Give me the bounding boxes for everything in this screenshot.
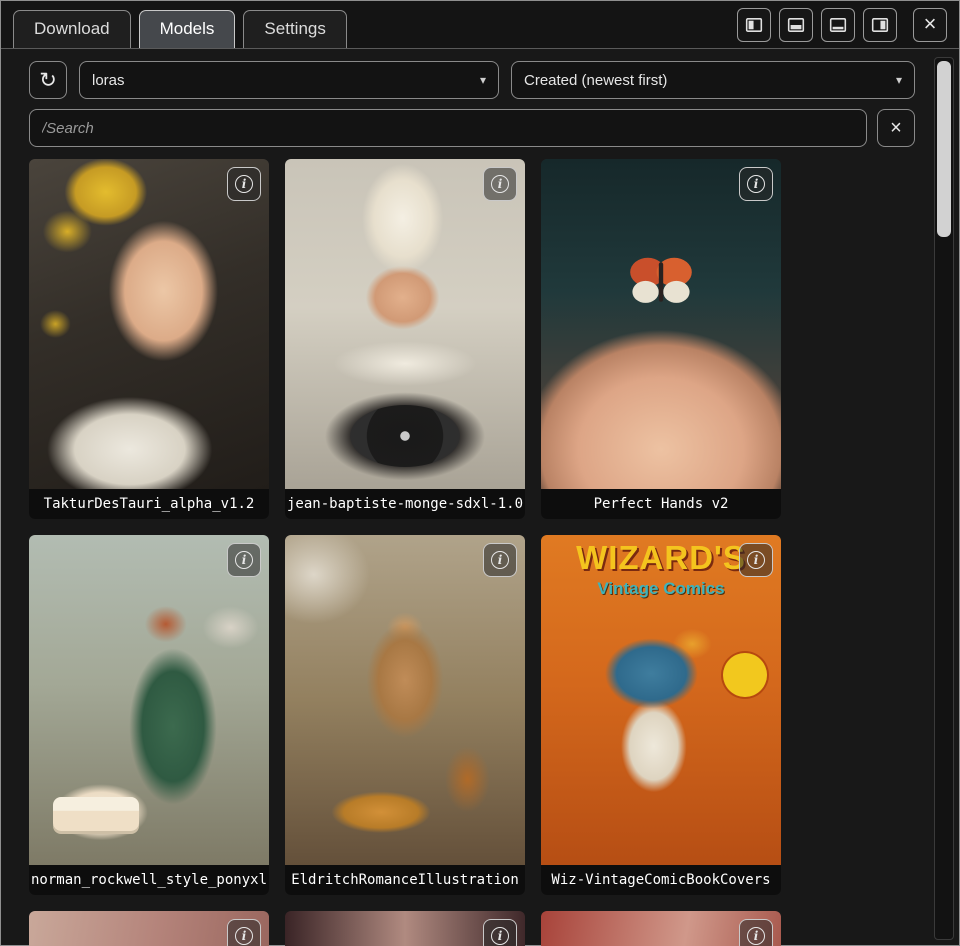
- panel-bottom-bar-icon: [829, 16, 847, 34]
- close-icon: ×: [924, 13, 937, 35]
- window-controls: ×: [737, 8, 947, 48]
- layout-bottom-half-button[interactable]: [779, 8, 813, 42]
- split-left-icon: [745, 16, 763, 34]
- refresh-button[interactable]: ↻: [29, 61, 67, 99]
- info-icon: i: [235, 551, 253, 569]
- model-type-value: loras: [92, 72, 125, 89]
- model-thumbnail: [29, 159, 269, 489]
- info-button[interactable]: i: [739, 543, 773, 577]
- model-card[interactable]: i Perfect Hands v2: [541, 159, 781, 519]
- model-type-select[interactable]: loras ▾: [79, 61, 499, 99]
- sort-value: Created (newest first): [524, 72, 667, 89]
- refresh-icon: ↻: [39, 70, 57, 91]
- info-button[interactable]: i: [739, 919, 773, 946]
- info-icon: i: [235, 175, 253, 193]
- search-row: ×: [29, 109, 915, 147]
- model-card[interactable]: i EldritchRomanceIllustration: [285, 535, 525, 895]
- model-name: Wiz-VintageComicBookCovers: [541, 865, 781, 895]
- info-button[interactable]: i: [227, 543, 261, 577]
- cake-graphic: [53, 797, 139, 831]
- close-button[interactable]: ×: [913, 8, 947, 42]
- info-icon: i: [491, 175, 509, 193]
- model-name: jean-baptiste-monge-sdxl-1.0: [285, 489, 525, 519]
- sort-select[interactable]: Created (newest first) ▾: [511, 61, 915, 99]
- model-name: TakturDesTauri_alpha_v1.2: [29, 489, 269, 519]
- scrollbar-thumb[interactable]: [937, 61, 951, 237]
- tab-bar: Download Models Settings ×: [1, 1, 959, 49]
- model-thumbnail: [285, 535, 525, 865]
- toolbar: ↻ loras ▾ Created (newest first) ▾: [29, 61, 915, 99]
- chevron-down-icon: ▾: [480, 73, 486, 87]
- info-button[interactable]: i: [739, 167, 773, 201]
- info-icon: i: [491, 927, 509, 945]
- close-icon: ×: [890, 118, 902, 138]
- butterfly-graphic: [628, 255, 694, 314]
- model-thumbnail: [285, 159, 525, 489]
- comic-cover-subtitle: Vintage Comics: [541, 579, 781, 599]
- clear-search-button[interactable]: ×: [877, 109, 915, 147]
- layout-split-right-button[interactable]: [863, 8, 897, 42]
- turntable-graphic: [350, 405, 460, 467]
- info-icon: i: [747, 927, 765, 945]
- info-icon: i: [491, 551, 509, 569]
- tab-settings[interactable]: Settings: [243, 10, 346, 48]
- models-panel: ↻ loras ▾ Created (newest first) ▾ × i T…: [1, 49, 959, 946]
- model-card[interactable]: i norman_rockwell_style_ponyxl: [29, 535, 269, 895]
- model-card[interactable]: i TakturDesTauri_alpha_v1.2: [29, 159, 269, 519]
- model-name: EldritchRomanceIllustration: [285, 865, 525, 895]
- tab-models[interactable]: Models: [139, 10, 236, 48]
- layout-split-left-button[interactable]: [737, 8, 771, 42]
- info-button[interactable]: i: [227, 919, 261, 946]
- partial-model-card[interactable]: i: [541, 911, 781, 946]
- model-name: norman_rockwell_style_ponyxl: [29, 865, 269, 895]
- info-button[interactable]: i: [483, 167, 517, 201]
- partial-model-card[interactable]: i: [29, 911, 269, 946]
- vertical-scrollbar[interactable]: [934, 57, 954, 940]
- layout-bottom-bar-button[interactable]: [821, 8, 855, 42]
- comic-badge-graphic: [723, 653, 767, 697]
- info-icon: i: [747, 175, 765, 193]
- split-right-icon: [871, 16, 889, 34]
- model-thumbnail: [29, 535, 269, 865]
- model-thumbnail: [541, 159, 781, 489]
- model-card[interactable]: i jean-baptiste-monge-sdxl-1.0: [285, 159, 525, 519]
- info-button[interactable]: i: [483, 543, 517, 577]
- model-thumbnail: WIZARD'S Vintage Comics: [541, 535, 781, 865]
- model-card[interactable]: WIZARD'S Vintage Comics i Wiz-VintageCom…: [541, 535, 781, 895]
- tab-download[interactable]: Download: [13, 10, 131, 48]
- search-input[interactable]: [29, 109, 867, 147]
- info-icon: i: [235, 927, 253, 945]
- panel-bottom-half-icon: [787, 16, 805, 34]
- partial-model-card[interactable]: i: [285, 911, 525, 946]
- tab-group: Download Models Settings: [13, 10, 347, 48]
- model-grid: i TakturDesTauri_alpha_v1.2 i jean-bapti…: [29, 159, 781, 946]
- chevron-down-icon: ▾: [896, 73, 902, 87]
- info-button[interactable]: i: [483, 919, 517, 946]
- info-icon: i: [747, 551, 765, 569]
- model-name: Perfect Hands v2: [541, 489, 781, 519]
- info-button[interactable]: i: [227, 167, 261, 201]
